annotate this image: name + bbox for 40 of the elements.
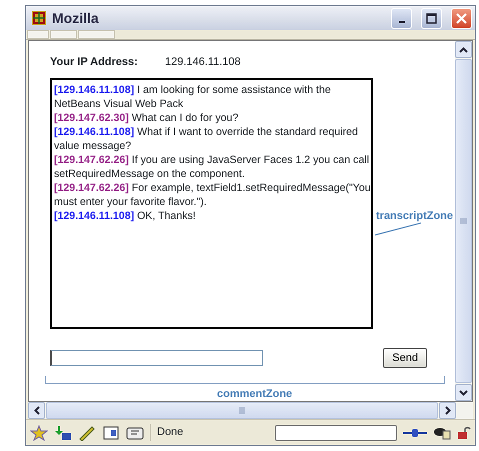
toolbar-grippy[interactable] <box>50 30 77 39</box>
close-icon <box>456 12 467 24</box>
status-text: Done <box>150 424 248 441</box>
scroll-down-button[interactable] <box>455 384 472 401</box>
caret-right-icon <box>444 406 450 415</box>
maximize-icon <box>426 12 437 24</box>
ip-value: 129.146.11.108 <box>165 55 241 70</box>
caret-up-icon <box>459 46 468 52</box>
chat-message: [129.147.62.26] For example, textField1.setRequiredMessage("You must enter your favorite flavor."). <box>54 180 371 208</box>
chat-message: [129.146.11.108] OK, Thanks! <box>54 208 197 222</box>
scrollbar-thumb[interactable] <box>46 402 438 419</box>
leader-line <box>374 221 422 237</box>
close-button[interactable] <box>451 8 472 28</box>
download-icon[interactable] <box>54 424 72 440</box>
chat-message: [129.147.62.30] What can I do for you? <box>54 110 240 124</box>
send-button[interactable]: Send <box>383 348 427 368</box>
plug-icon[interactable] <box>403 426 427 438</box>
maximize-button[interactable] <box>421 8 442 28</box>
zone-label: transcriptZone <box>376 209 454 224</box>
chat-message: [129.146.11.108] I am looking for some assistance with the NetBeans Visual Web Pack <box>54 82 332 110</box>
caret-down-icon <box>459 390 468 396</box>
toolbar-grippy[interactable] <box>27 30 49 39</box>
scroll-left-button[interactable] <box>28 402 45 419</box>
scroll-up-button[interactable] <box>455 41 472 58</box>
lock-icon[interactable] <box>457 426 471 440</box>
pen-icon[interactable] <box>78 424 96 440</box>
chat-message: [129.147.62.26] If you are using JavaServer Faces 1.2 you can call setRequiredMessage on the component. <box>54 152 370 180</box>
toolbar-grippy[interactable] <box>78 30 115 39</box>
app-icon <box>31 10 47 26</box>
scrollbar-thumb[interactable] <box>455 59 472 383</box>
minimize-button[interactable] <box>391 8 412 28</box>
comment-field[interactable] <box>50 350 263 366</box>
star-icon[interactable] <box>30 424 48 440</box>
caret-left-icon <box>34 406 40 415</box>
zone-label: commentZone <box>217 387 292 402</box>
window-title: Mozilla <box>52 8 99 28</box>
ip-label: Your IP Address: <box>50 55 139 70</box>
chat-message: [129.146.11.108] What if I want to override the standard required value message? <box>54 124 359 152</box>
scroll-right-button[interactable] <box>439 402 456 419</box>
minimize-icon <box>398 21 404 23</box>
